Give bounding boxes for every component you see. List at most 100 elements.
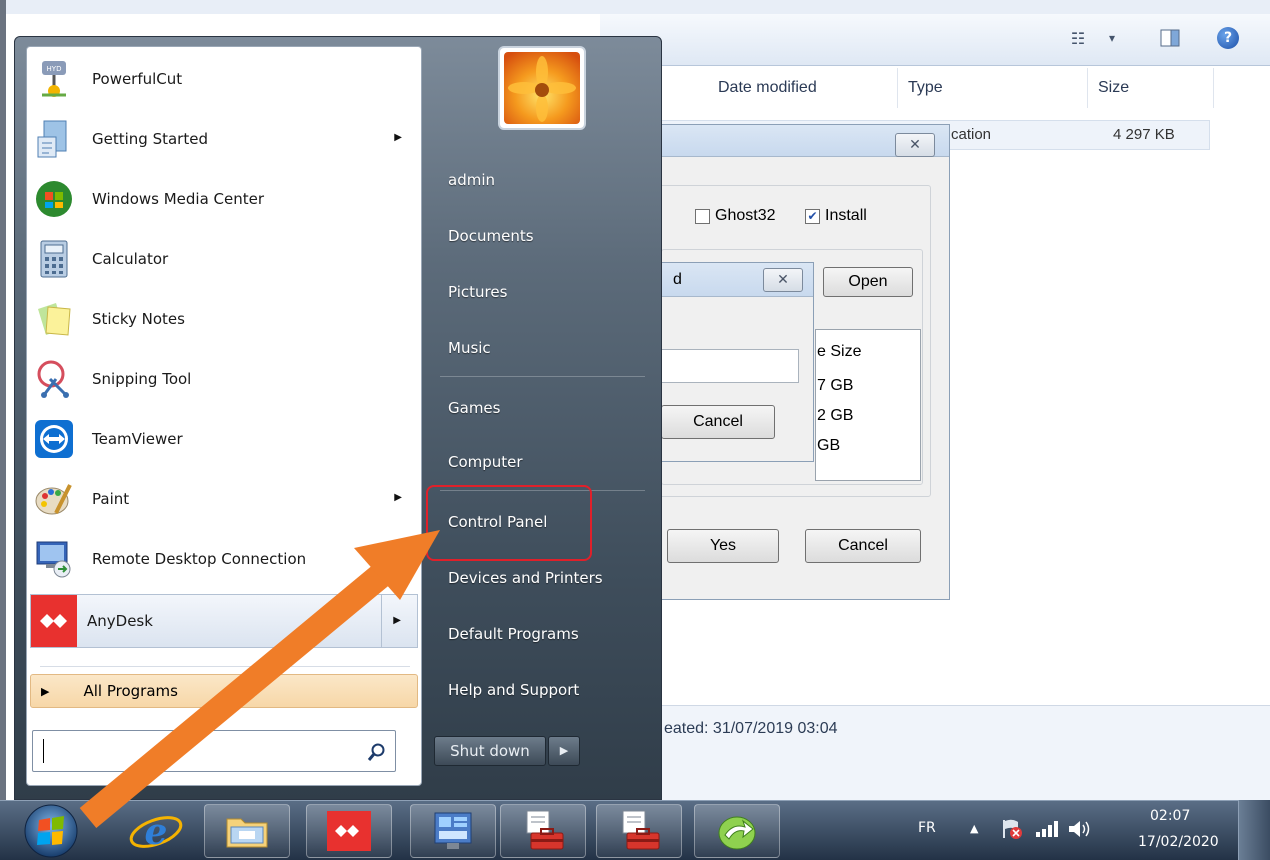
file-explorer-icon xyxy=(226,818,268,848)
size-column-header: e Size xyxy=(817,343,862,360)
powerfulcut-icon: HYD xyxy=(42,61,66,97)
program-label: TeamViewer xyxy=(92,430,183,448)
program-label: Paint xyxy=(92,490,130,508)
clock-date[interactable]: 17/02/2020 xyxy=(1138,834,1219,850)
ghost32-checkbox[interactable] xyxy=(695,209,710,224)
sticky-notes-icon xyxy=(38,303,71,336)
control-panel-icon xyxy=(434,812,472,849)
drive-size: 7 GB xyxy=(817,377,854,394)
program-label: Remote Desktop Connection xyxy=(92,550,307,568)
paint-icon xyxy=(35,484,72,515)
anydesk-icon xyxy=(327,811,371,851)
program-sticky-notes[interactable]: Sticky Notes xyxy=(30,290,418,348)
svg-text:HYD: HYD xyxy=(47,65,62,73)
all-programs-button[interactable]: ▶ All Programs xyxy=(30,674,418,708)
flower-avatar-icon xyxy=(504,52,580,124)
program-getting-started[interactable]: Getting Started ▶ xyxy=(30,110,418,168)
program-paint[interactable]: Paint ▶ xyxy=(30,470,418,528)
start-link-devices-and-printers[interactable]: Devices and Printers xyxy=(428,554,658,602)
chevron-down-icon[interactable]: ▾ xyxy=(1100,27,1124,49)
install-checkbox[interactable]: ✔ xyxy=(805,209,820,224)
volume-speaker-icon[interactable] xyxy=(1066,818,1092,840)
taskbar-file-explorer[interactable] xyxy=(204,804,290,858)
programs-separator xyxy=(40,666,410,667)
start-link-documents[interactable]: Documents xyxy=(428,212,658,260)
start-link-pictures[interactable]: Pictures xyxy=(428,268,658,316)
file-type: cation xyxy=(951,126,992,143)
program-snipping-tool[interactable]: Snipping Tool xyxy=(30,350,418,408)
drive-size: 2 GB xyxy=(817,407,854,424)
program-windows-media-center[interactable]: Windows Media Center xyxy=(30,170,418,228)
taskbar-anydesk[interactable] xyxy=(306,804,392,858)
clock-time[interactable]: 02:07 xyxy=(1150,808,1190,824)
program-label: Sticky Notes xyxy=(92,310,185,328)
small-dialog: d ✕ Cancel xyxy=(650,262,814,462)
action-center-flag-icon[interactable] xyxy=(1000,818,1024,840)
start-link-music[interactable]: Music xyxy=(428,324,658,372)
program-anydesk[interactable]: AnyDesk ▶ xyxy=(30,594,418,648)
svg-text:e: e xyxy=(145,811,168,853)
start-link-help-and-support[interactable]: Help and Support xyxy=(428,666,658,714)
start-orb-icon[interactable] xyxy=(22,800,80,860)
teamviewer-icon xyxy=(35,420,73,458)
install-label: Install xyxy=(825,207,867,224)
column-date-modified[interactable]: Date modified xyxy=(708,68,898,108)
program-label: Getting Started xyxy=(92,130,208,148)
toolbox-icon xyxy=(622,810,660,850)
view-icon[interactable]: ☷ xyxy=(1066,27,1090,49)
start-search-input[interactable] xyxy=(32,730,396,772)
text-cursor xyxy=(43,739,44,763)
shutdown-options-arrow-icon[interactable]: ▶ xyxy=(548,736,580,766)
all-programs-label: All Programs xyxy=(83,682,178,700)
split-divider xyxy=(381,595,382,647)
green-arrow-app-icon xyxy=(718,816,756,850)
shutdown-button[interactable]: Shut down xyxy=(434,736,546,766)
start-link-computer[interactable]: Computer xyxy=(428,438,658,486)
small-dialog-input[interactable] xyxy=(661,349,799,383)
remote-desktop-icon xyxy=(36,541,71,578)
taskbar-control-panel[interactable] xyxy=(410,804,496,858)
program-label: PowerfulCut xyxy=(92,70,183,88)
preview-pane-icon[interactable] xyxy=(1158,27,1182,49)
toolbox-icon xyxy=(526,810,564,850)
program-label: Calculator xyxy=(92,250,169,268)
program-remote-desktop-connection[interactable]: Remote Desktop Connection xyxy=(30,530,418,588)
start-link-games[interactable]: Games xyxy=(428,384,658,432)
window-frame-left xyxy=(0,0,6,800)
search-icon[interactable] xyxy=(367,742,387,762)
user-picture[interactable] xyxy=(498,46,586,130)
network-signal-icon[interactable] xyxy=(1034,820,1060,838)
close-icon[interactable]: ✕ xyxy=(895,133,935,157)
taskbar-green-arrow-app[interactable] xyxy=(694,804,780,858)
program-teamviewer[interactable]: TeamViewer xyxy=(30,410,418,468)
snipping-tool-icon xyxy=(37,360,69,398)
start-link-default-programs[interactable]: Default Programs xyxy=(428,610,658,658)
internet-explorer-icon[interactable]: e xyxy=(126,806,186,856)
small-cancel-button[interactable]: Cancel xyxy=(661,405,775,439)
close-icon[interactable]: ✕ xyxy=(763,268,803,292)
submenu-arrow-icon[interactable]: ▶ xyxy=(393,615,401,626)
ghost32-label: Ghost32 xyxy=(715,207,776,224)
window-frame-top xyxy=(0,0,1270,14)
yes-button[interactable]: Yes xyxy=(667,529,779,563)
taskbar-toolbox-app[interactable] xyxy=(500,804,586,858)
program-powerfulcut[interactable]: HYD PowerfulCut xyxy=(30,50,418,108)
small-dialog-title: d xyxy=(673,271,682,288)
column-size[interactable]: Size xyxy=(1088,68,1214,108)
taskbar-toolbox-app[interactable] xyxy=(596,804,682,858)
control-panel-highlight-box xyxy=(426,485,592,561)
cancel-button[interactable]: Cancel xyxy=(805,529,921,563)
details-created-text: eated: 31/07/2019 03:04 xyxy=(664,720,838,737)
language-indicator[interactable]: FR xyxy=(918,820,936,836)
start-link-admin[interactable]: admin xyxy=(428,156,658,204)
help-icon[interactable]: ? xyxy=(1216,27,1240,49)
column-type[interactable]: Type xyxy=(898,68,1088,108)
file-size: 4 297 KB xyxy=(1113,126,1175,143)
program-label: AnyDesk xyxy=(87,612,153,630)
program-calculator[interactable]: Calculator xyxy=(30,230,418,288)
show-hidden-icons-icon[interactable]: ▲ xyxy=(970,822,978,835)
program-label: Snipping Tool xyxy=(92,370,192,388)
media-center-icon xyxy=(36,181,72,217)
show-desktop-button[interactable] xyxy=(1238,800,1270,860)
open-button[interactable]: Open xyxy=(823,267,913,297)
